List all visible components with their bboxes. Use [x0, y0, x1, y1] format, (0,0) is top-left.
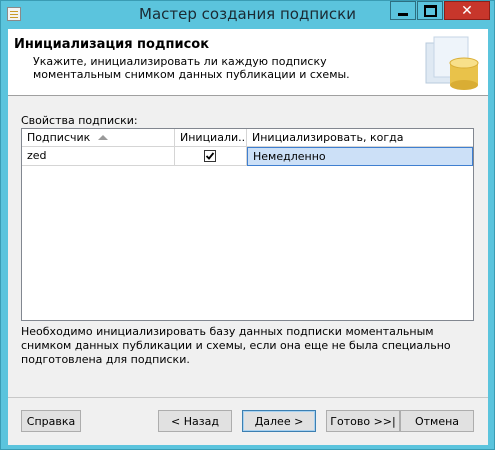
- initialize-checkbox[interactable]: [204, 150, 216, 162]
- database-wizard-icon: [425, 36, 479, 90]
- next-button[interactable]: Далее >: [242, 410, 316, 432]
- close-button[interactable]: ✕: [444, 1, 490, 20]
- sort-ascending-icon: [98, 135, 108, 140]
- close-icon: ✕: [461, 2, 473, 19]
- initialize-when-cell[interactable]: Немедленно: [247, 147, 473, 166]
- column-header-initialize[interactable]: Инициали...: [175, 129, 247, 147]
- properties-label: Свойства подписки:: [21, 114, 138, 127]
- wizard-header: Инициализация подписок Укажите, инициали…: [8, 29, 488, 96]
- checkmark-icon: [205, 152, 215, 160]
- finish-button[interactable]: Готово >>|: [326, 410, 400, 432]
- initialize-cell[interactable]: [175, 147, 247, 166]
- column-header-subscriber[interactable]: Подписчик: [22, 129, 175, 147]
- help-button[interactable]: Справка: [21, 410, 81, 432]
- wizard-window: Мастер создания подписки ✕ Инициализация…: [0, 0, 495, 450]
- subscriber-cell[interactable]: zed: [22, 147, 175, 166]
- maximize-button[interactable]: [417, 1, 443, 20]
- back-button[interactable]: < Назад: [158, 410, 232, 432]
- subscription-properties-grid: Подписчик Инициали... Инициализировать, …: [21, 128, 474, 321]
- column-header-initialize-when[interactable]: Инициализировать, когда: [247, 129, 473, 147]
- wizard-body: Инициализация подписок Укажите, инициали…: [8, 29, 488, 445]
- page-title: Инициализация подписок: [14, 37, 210, 52]
- maximize-icon: [423, 4, 437, 17]
- minimize-icon: [398, 12, 408, 16]
- minimize-button[interactable]: [390, 1, 416, 20]
- cancel-button[interactable]: Отмена: [400, 410, 474, 432]
- info-note: Необходимо инициализировать базу данных …: [21, 325, 451, 366]
- footer-divider: [8, 397, 488, 398]
- title-bar[interactable]: Мастер создания подписки ✕: [1, 1, 494, 28]
- page-subtitle: Укажите, инициализировать ли каждую подп…: [33, 55, 350, 81]
